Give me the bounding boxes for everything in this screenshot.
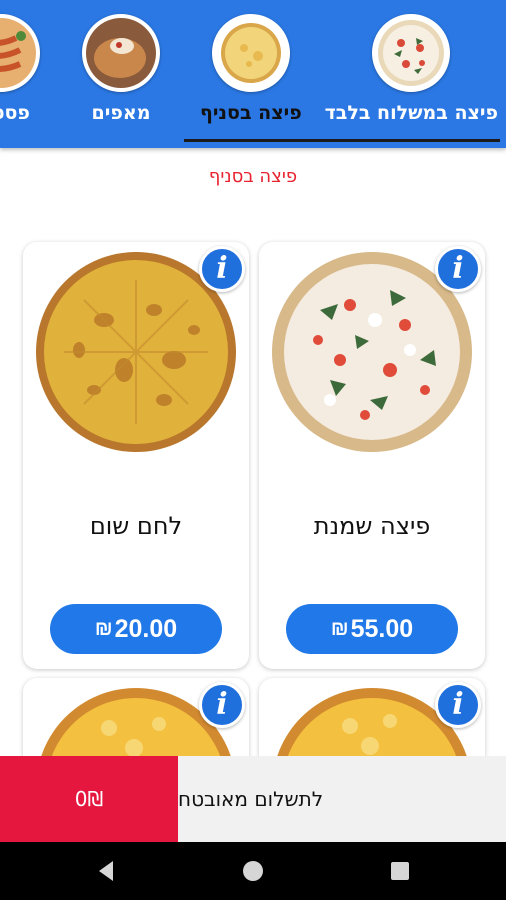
add-to-cart-price-button[interactable]: ₪ 20.00 (50, 604, 222, 654)
category-pastas-thumbnail (0, 14, 40, 92)
product-card[interactable]: i לחם שום ₪ 20.00 (23, 242, 249, 669)
add-to-cart-price-button[interactable]: ₪ 55.00 (286, 604, 458, 654)
info-icon[interactable]: i (199, 246, 245, 292)
product-price: 55.00 (350, 614, 414, 643)
active-category-indicator (184, 139, 500, 142)
info-icon[interactable]: i (435, 246, 481, 292)
category-label: פסטות (0, 102, 30, 124)
category-branch-pizza-thumbnail (211, 14, 290, 92)
app-screen: פיצה במשלוח בלבד פיצה בסניף מאפים פס פיצ… (0, 0, 506, 900)
home-icon[interactable] (223, 842, 283, 900)
category-pastries-thumbnail (82, 14, 160, 92)
category-branch-pizza[interactable]: פיצה בסניף (200, 14, 302, 124)
product-card[interactable]: i פיצה שמנת ₪ 55.00 (259, 242, 485, 669)
product-price: 20.00 (114, 614, 178, 643)
category-delivery-pizza-thumbnail (372, 14, 451, 92)
product-name: לחם שום (89, 512, 183, 540)
section-title: פיצה בסניף (208, 166, 298, 187)
category-label: מאפים (91, 102, 151, 124)
category-bar[interactable]: פיצה במשלוח בלבד פיצה בסניף מאפים פס (0, 0, 506, 148)
back-icon[interactable] (76, 842, 136, 900)
info-icon[interactable]: i (199, 682, 245, 728)
category-label: פיצה במשלוח בלבד (324, 102, 498, 124)
category-delivery-pizza[interactable]: פיצה במשלוח בלבד (325, 14, 498, 124)
info-icon[interactable]: i (435, 682, 481, 728)
currency-symbol: ₪ (330, 617, 349, 640)
secure-payment-button[interactable]: לתשלום מאובטח (178, 756, 506, 842)
system-navigation-bar (0, 842, 506, 900)
cart-total-button[interactable]: 0₪ (0, 756, 178, 842)
category-label: פיצה בסניף (200, 102, 302, 124)
category-pastries[interactable]: מאפים (82, 14, 160, 124)
currency-symbol: ₪ (94, 617, 113, 640)
category-pastas[interactable]: פסטות (0, 14, 40, 124)
recents-icon[interactable] (370, 842, 430, 900)
product-name: פיצה שמנת (313, 512, 431, 540)
checkout-bar: 0₪ לתשלום מאובטח (0, 756, 506, 842)
